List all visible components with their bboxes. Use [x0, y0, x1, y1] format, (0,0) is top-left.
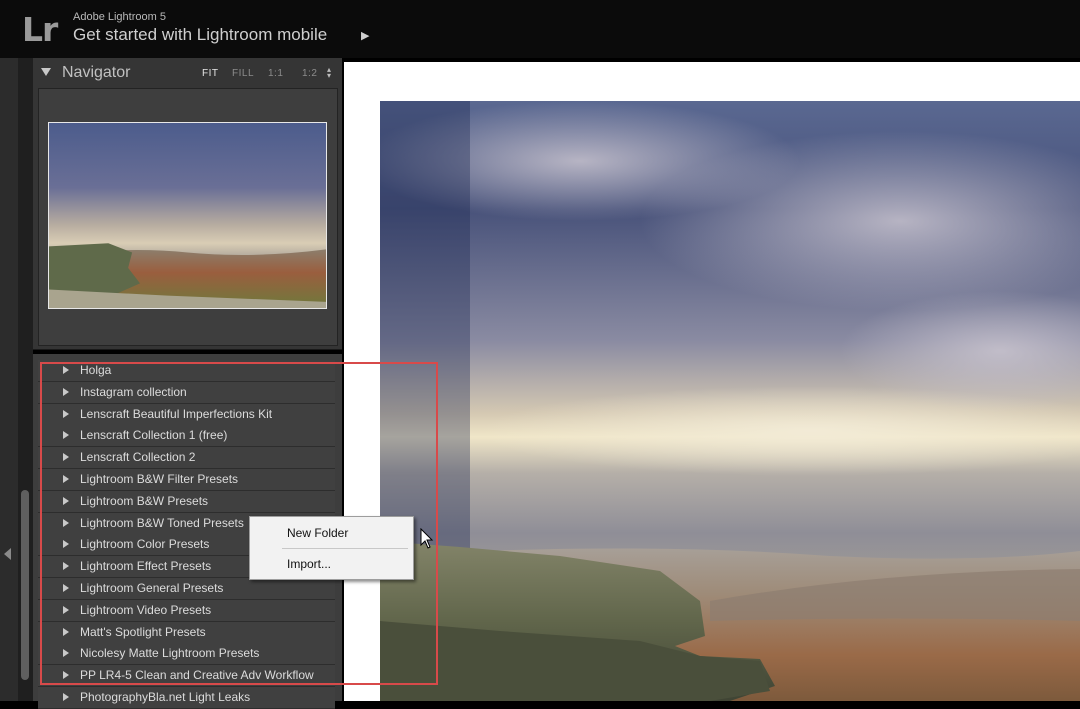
scrollbar-thumb[interactable]	[21, 490, 29, 680]
identity-plate: Lr Adobe Lightroom 5 Get started with Li…	[0, 0, 1080, 58]
menu-item-import[interactable]: Import...	[250, 551, 413, 577]
play-arrow-icon[interactable]: ▶	[361, 29, 369, 42]
zoom-fill[interactable]: FILL	[232, 68, 254, 79]
left-panel-edge[interactable]	[0, 58, 18, 701]
preset-folder-label: PhotographyBla.net Light Leaks	[80, 690, 251, 704]
expand-triangle-icon[interactable]	[41, 68, 51, 76]
mouse-cursor-icon	[420, 528, 434, 549]
zoom-1-2[interactable]: 1:2	[302, 68, 317, 79]
main-photo[interactable]	[380, 101, 1080, 701]
context-menu: New Folder Import...	[249, 516, 414, 580]
zoom-fit[interactable]: FIT	[202, 68, 219, 79]
navigator-panel: Navigator FIT FILL 1:1 1:2 ▴ ▾	[33, 58, 342, 350]
zoom-stepper-icon[interactable]: ▴ ▾	[327, 66, 331, 80]
collapse-left-panel-icon[interactable]	[4, 548, 11, 560]
expand-triangle-icon[interactable]	[63, 693, 69, 701]
navigator-thumbnail[interactable]	[48, 122, 327, 309]
navigator-preview-area[interactable]	[38, 88, 338, 346]
app-name: Adobe Lightroom 5	[73, 11, 166, 23]
mobile-promo-link[interactable]: Get started with Lightroom mobile	[73, 25, 327, 45]
preset-folder-item[interactable]: PhotographyBla.net Light Leaks	[38, 687, 335, 709]
navigator-header[interactable]: Navigator FIT FILL 1:1 1:2 ▴ ▾	[33, 58, 342, 88]
lightroom-logo: Lr	[22, 10, 58, 49]
navigator-title[interactable]: Navigator	[62, 64, 130, 82]
zoom-1-1[interactable]: 1:1	[268, 68, 283, 79]
menu-separator	[282, 548, 408, 549]
menu-item-new-folder[interactable]: New Folder	[250, 520, 413, 546]
